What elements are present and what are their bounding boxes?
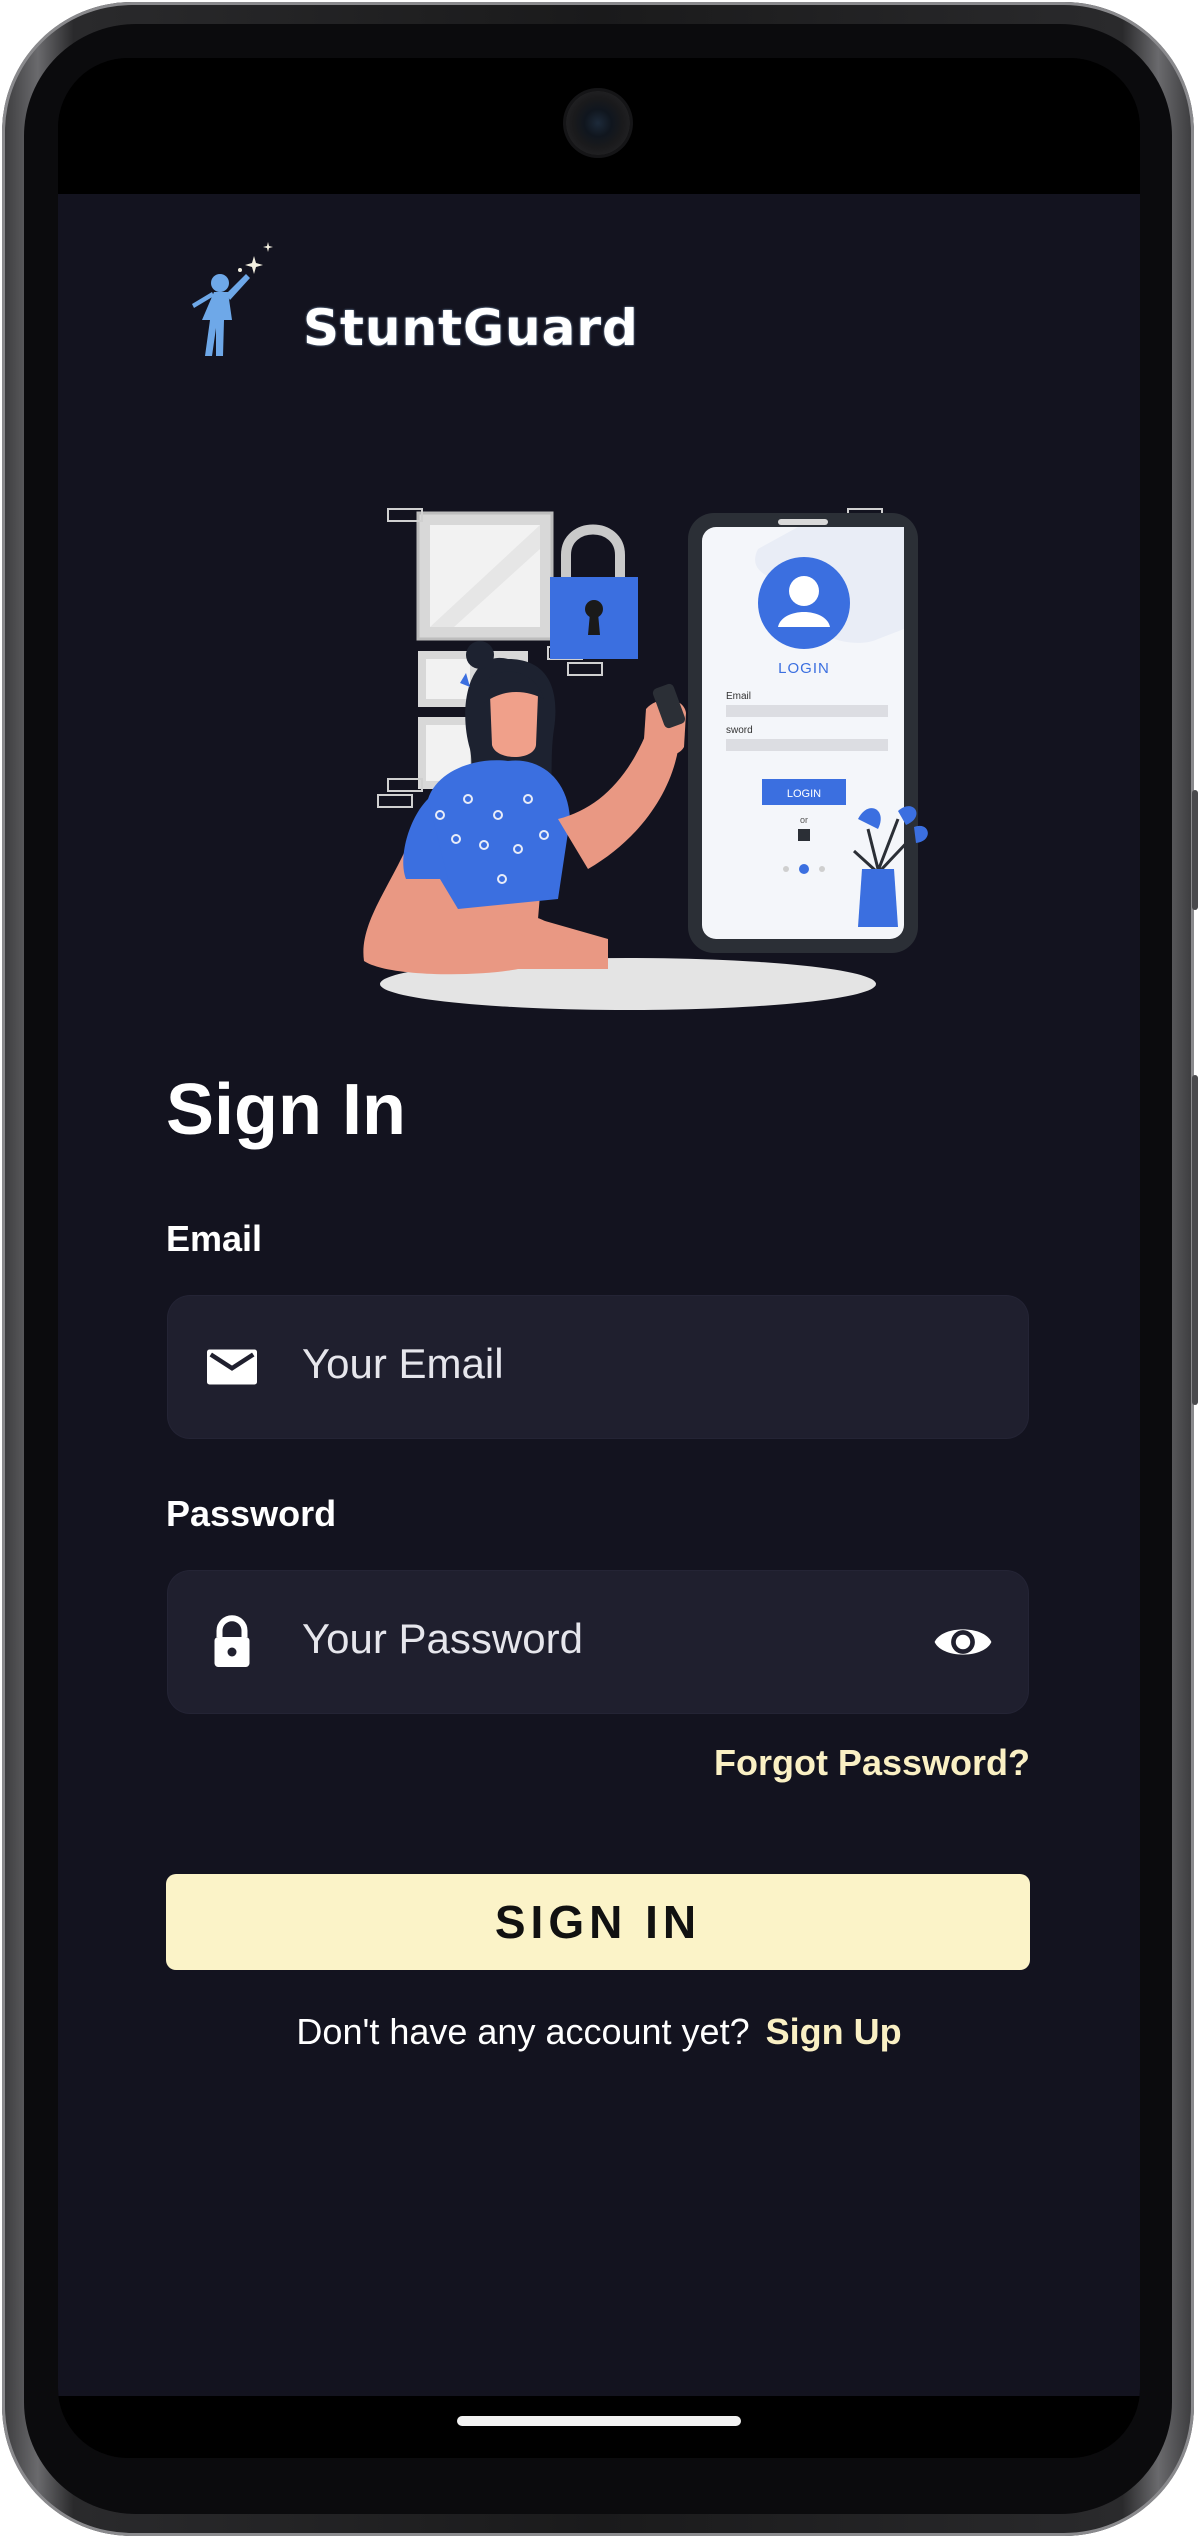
phone-password-label: sword [726, 725, 753, 736]
envelope-icon [207, 1349, 257, 1385]
password-label: Password [166, 1493, 337, 1534]
eye-icon[interactable] [932, 1615, 994, 1669]
phone-login-label: LOGIN [778, 660, 830, 677]
app-logo: StuntGuard [128, 236, 638, 386]
sign-in-button[interactable]: SIGN IN [166, 1874, 1030, 1970]
login-illustration: LOGIN Email sword LOGIN or [358, 499, 958, 1019]
front-camera [566, 91, 630, 155]
power-button [1192, 790, 1198, 910]
page-title: Sign In [166, 1070, 406, 1150]
email-field[interactable] [168, 1296, 1028, 1438]
phone-or-label: or [800, 815, 808, 825]
home-indicator[interactable] [457, 2416, 741, 2426]
signup-prompt: Don't have any account yet? Sign Up [58, 2011, 1140, 2053]
phone-screen: StuntGuard LOGIN Email sword LOGIN or Si… [58, 58, 1140, 2458]
sign-up-link[interactable]: Sign Up [766, 2011, 902, 2052]
forgot-password-link[interactable]: Forgot Password? [714, 1742, 1030, 1784]
brand-name: StuntGuard [303, 299, 639, 357]
signin-screen: StuntGuard LOGIN Email sword LOGIN or Si… [58, 194, 1140, 2396]
padlock-icon [550, 524, 638, 659]
phone-email-label: Email [726, 691, 751, 702]
phone-login-button: LOGIN [787, 788, 821, 800]
volume-button [1192, 1075, 1198, 1405]
email-label: Email [166, 1218, 263, 1259]
password-field[interactable] [168, 1571, 1028, 1713]
password-input[interactable] [302, 1615, 862, 1663]
status-bar [58, 58, 1140, 194]
email-input[interactable] [302, 1340, 862, 1388]
no-account-text: Don't have any account yet? [296, 2011, 750, 2052]
lock-icon [214, 1615, 250, 1667]
navigation-bar [58, 2396, 1140, 2458]
